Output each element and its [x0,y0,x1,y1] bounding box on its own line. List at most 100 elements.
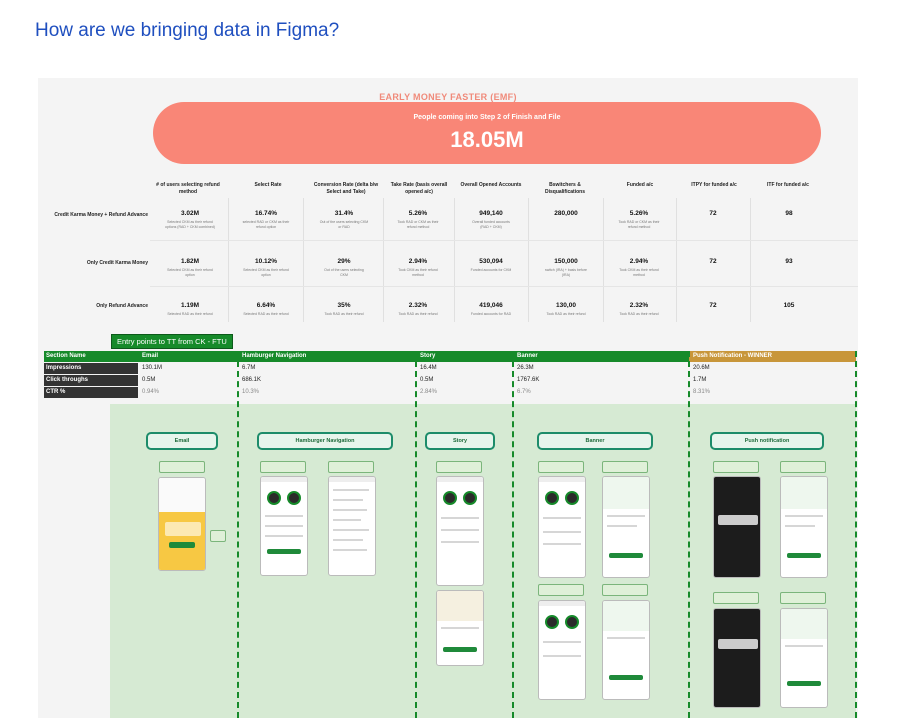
flow-note [436,461,482,473]
metric-value: 72 [709,210,717,217]
stat-value: 8.31% [693,389,711,395]
metric-row-label: Only Refund Advance [96,303,148,309]
stat-value: 6.7M [242,365,256,371]
metric-value: 3.02M [180,210,200,217]
metric-header: # of users selecting refund method [156,182,220,195]
section-header-hamburger: Hamburger Navigation [238,351,416,362]
emf-title: EARLY MONEY FASTER (EMF) [379,92,517,102]
column-divider [688,351,690,718]
section-header-story: Story [416,351,513,362]
page-title: How are we bringing data in Figma? [35,20,340,41]
metric-header: Overall Opened Accounts [460,182,522,188]
metric-value: 2.94% [408,258,428,265]
metric-value: 93 [785,258,793,265]
metric-header: ITPY for funded a/c [691,182,737,188]
metric-value: 72 [709,302,717,309]
metric-value: 29% [337,258,351,265]
metric-value: 530,094 [479,258,503,265]
metric-value: 150,000 [554,258,578,265]
row-label: CTR % [44,387,138,398]
flow-title-email[interactable]: Email [146,432,218,450]
metric-row-label: Credit Karma Money + Refund Advance [54,212,148,218]
story-mockup-1 [436,476,484,586]
stat-value: 6.7% [517,389,531,395]
flow-title-hamburger[interactable]: Hamburger Navigation [257,432,393,450]
metric-value: 105 [783,302,795,309]
metric-row-label: Only Credit Karma Money [86,260,148,266]
metric-value: 16.74% [254,210,278,217]
flow-title-story[interactable]: Story [425,432,495,450]
stat-value: 0.94% [142,389,160,395]
push-mockup-3 [713,608,761,708]
stat-value: 1.7M [693,377,707,383]
metric-value: 5.26% [408,210,428,217]
column-divider [512,351,514,718]
flow-note [713,461,759,473]
flow-note [260,461,306,473]
banner-mockup-2 [602,476,650,578]
section-header-email: Email [138,351,238,362]
column-divider [855,351,857,718]
flow-note [159,461,205,473]
metric-value: 2.32% [629,302,649,309]
metric-value: 2.32% [408,302,428,309]
stat-value: 1767.6K [517,377,540,383]
stat-value: 686.1K [242,377,262,383]
row-label: Click throughs [44,375,138,386]
story-mockup-2 [436,590,484,666]
metric-header: Select Rate [254,182,282,188]
figma-board[interactable]: EARLY MONEY FASTER (EMF) People coming i… [38,78,858,718]
banner-mockup-1 [538,476,586,578]
row-label: Impressions [44,363,138,374]
metric-value: 419,046 [479,302,503,309]
banner-value: 18.05M [450,127,524,152]
metric-header: Conversion Rate (delta b/w Select and Ta… [313,182,379,195]
metric-value: 949,140 [479,210,503,217]
metrics-table: # of users selecting refund method Selec… [38,178,858,326]
stat-value: 20.6M [693,365,710,371]
flow-note [538,584,584,596]
entry-points-label: Entry points to TT from CK - FTU [111,334,233,349]
push-mockup-2 [780,476,828,578]
flow-note [328,461,374,473]
flow-title-banner[interactable]: Banner [537,432,653,450]
stat-value: 0.5M [142,377,156,383]
section-header-banner: Banner [513,351,689,362]
emf-banner: People coming into Step 2 of Finish and … [153,102,821,164]
metric-value: 72 [709,258,717,265]
stat-value: 0.5M [420,377,434,383]
metric-value: 2.94% [629,258,649,265]
metric-header: ITF for funded a/c [767,182,809,188]
email-mockup [158,477,206,571]
metric-value: 10.12% [254,258,278,265]
hamburger-mockup-2 [328,476,376,576]
stat-value: 26.3M [517,365,534,371]
metric-value: 35% [337,302,351,309]
flow-title-push[interactable]: Push notification [710,432,824,450]
metric-value: 280,000 [554,210,578,217]
push-mockup-1 [713,476,761,578]
stat-value: 10.3% [242,389,260,395]
metric-value: 1.82M [180,258,200,265]
flow-note [602,584,648,596]
stat-value: 130.1M [142,365,163,371]
metric-value: 31.4% [334,210,354,217]
section-name-header: Section Name [44,351,138,362]
column-divider [237,351,239,718]
metric-value: 130,00 [556,302,576,309]
metric-value: 5.26% [629,210,649,217]
flow-note [713,592,759,604]
hamburger-mockup-1 [260,476,308,576]
metric-header: Take Rate (basis overall opened a/c) [390,182,448,195]
banner-subtitle: People coming into Step 2 of Finish and … [413,114,561,121]
flow-note [602,461,648,473]
column-divider [415,351,417,718]
metric-value: 98 [785,210,793,217]
stat-value: 2.84% [420,389,438,395]
stat-value: 16.4M [420,365,437,371]
metric-header: Funded a/c [626,182,654,188]
metric-value: 1.19M [180,302,200,309]
metric-header: Bswitchers & Disqualifications [544,182,585,195]
push-mockup-4 [780,608,828,708]
flow-note [538,461,584,473]
